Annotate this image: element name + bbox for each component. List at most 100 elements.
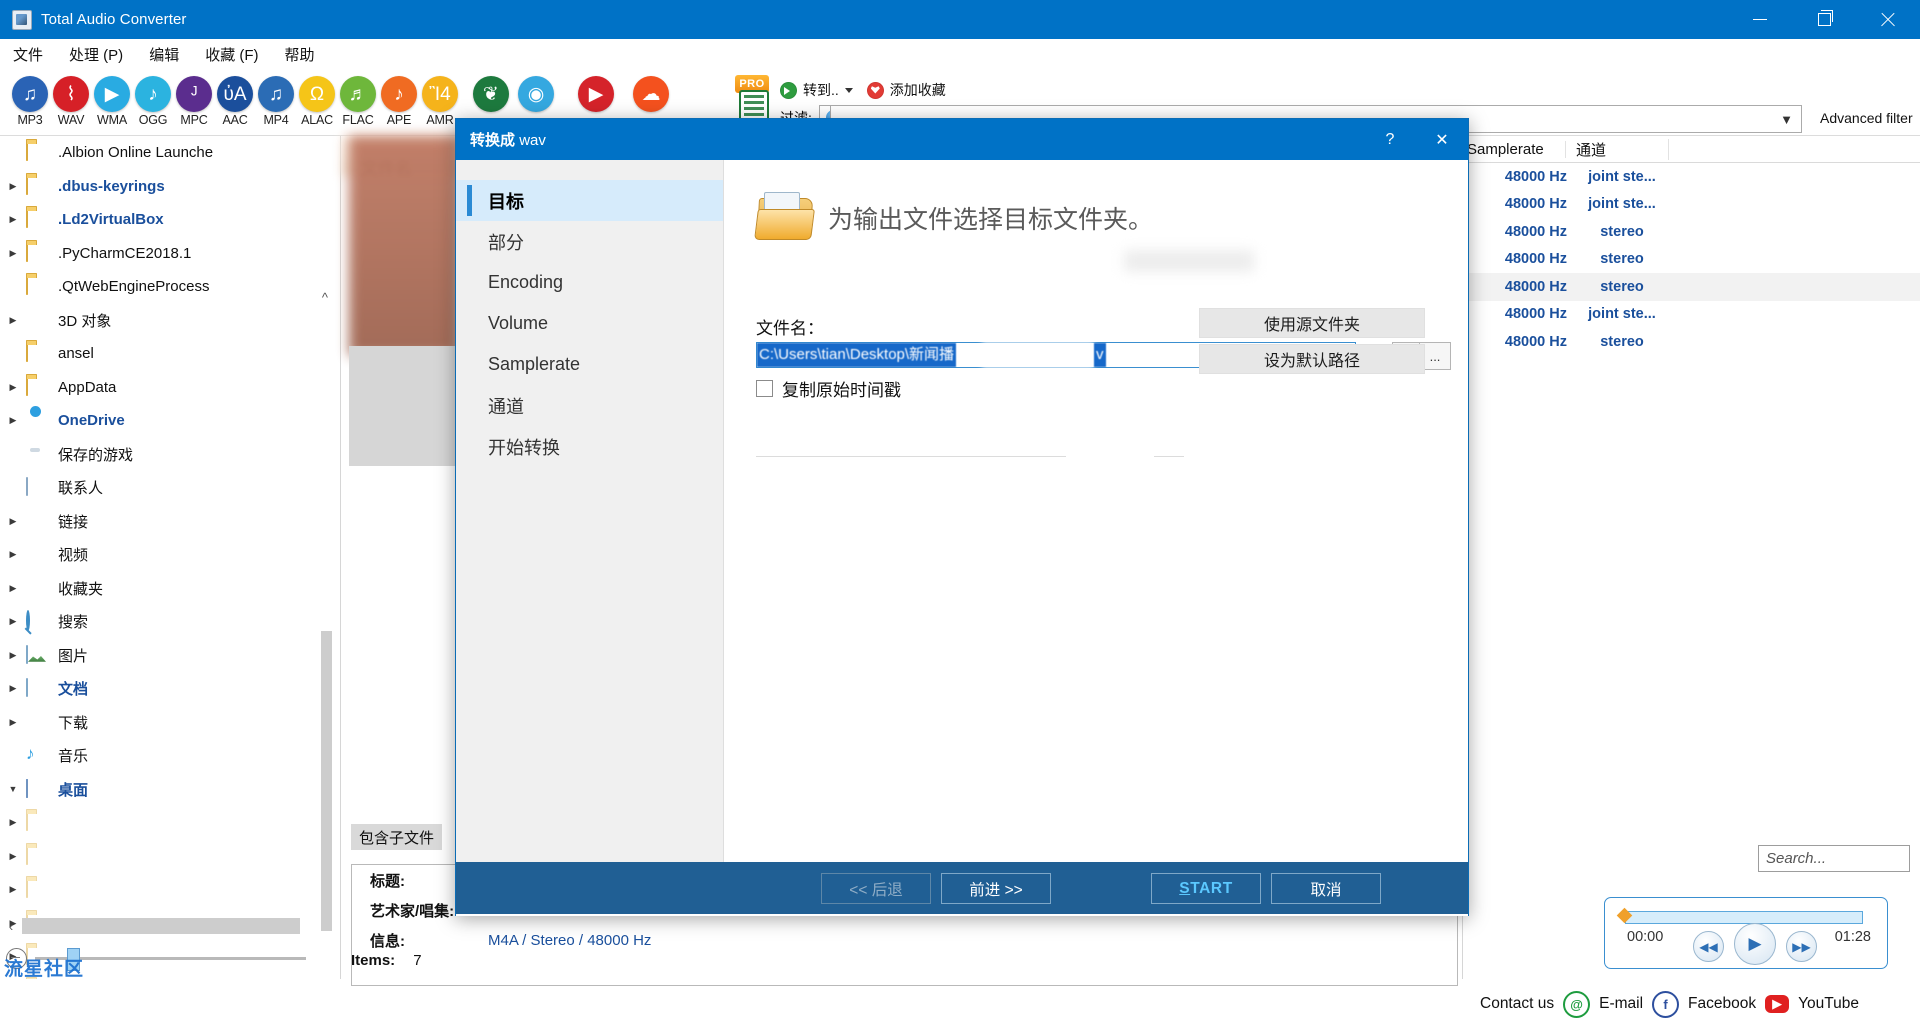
tree-item-label: 视频 [58,547,89,565]
dialog-tab-目标[interactable]: 目标 [456,180,723,221]
goto-label[interactable]: 转到.. [803,80,839,100]
tree-item-18[interactable]: ♪ 音乐 [0,739,330,773]
tree-item-extra-2[interactable]: ▶ [0,873,330,907]
next-button[interactable]: 前进 >> [941,873,1051,904]
tree-expander[interactable]: ▶ [0,683,26,694]
use-source-folder-button[interactable]: 使用源文件夹 [1199,308,1425,338]
tree-expander[interactable]: ▶ [0,817,26,828]
include-subfolders-label[interactable]: 包含子文件 [351,824,443,850]
column-header-samplerate[interactable]: Samplerate [1463,140,1566,158]
toolbar-button-soundcloud[interactable]: ☁ [625,76,677,112]
tree-hscrollbar[interactable]: ‹ [0,915,300,937]
facebook-link[interactable]: Facebook [1688,995,1756,1013]
tree-hscroll-thumb[interactable] [22,918,300,934]
tree-expander[interactable]: ▶ [0,851,26,862]
tree-item-7[interactable]: ▶ AppData [0,371,330,405]
tree-expander[interactable]: ▶ [0,583,26,594]
tree-expander[interactable]: ▶ [0,382,26,393]
rewind-icon[interactable]: ◀◀ [1693,931,1724,962]
dialog-tab-部分[interactable]: 部分 [456,221,723,262]
tree-item-15[interactable]: ▶ 图片 [0,639,330,673]
column-header-channel[interactable]: 通道 [1566,138,1669,160]
back-button[interactable]: << 后退 [821,873,931,904]
tree-expander[interactable]: ▶ [0,650,26,661]
tree-item-19[interactable]: ▼ 桌面 [0,773,330,807]
tree-expander[interactable]: ▶ [0,549,26,560]
tree-expander[interactable]: ▶ [0,516,26,527]
tree-expander[interactable]: ▶ [0,415,26,426]
tree-item-0[interactable]: .Albion Online Launche [0,136,330,170]
tree-item-16[interactable]: ▶ 文档 [0,672,330,706]
advanced-filter-label[interactable]: Advanced filter [1820,110,1913,126]
search-input[interactable]: Search... [1758,845,1910,872]
add-favorite-label[interactable]: 添加收藏 [890,80,946,100]
tree-item-extra-1[interactable]: ▶ [0,840,330,874]
table-row[interactable]: 48000 Hz stereo [1463,246,1920,274]
cancel-button[interactable]: 取消 [1271,873,1381,904]
tree-scroll-thumb[interactable] [321,631,332,931]
dialog-help-button[interactable]: ? [1364,119,1416,160]
table-row[interactable]: 48000 Hz stereo [1463,218,1920,246]
dialog-tab-samplerate[interactable]: Samplerate [456,344,723,385]
tree-expander[interactable]: ▶ [0,884,26,895]
email-icon[interactable]: @ [1563,990,1591,1018]
tree-item-12[interactable]: ▶ 视频 [0,538,330,572]
tree-item-4[interactable]: .QtWebEngineProcess [0,270,330,304]
tree-item-11[interactable]: ▶ 链接 [0,505,330,539]
tree-item-2[interactable]: ▶ .Ld2VirtualBox [0,203,330,237]
play-icon[interactable]: ▶ [1734,923,1776,965]
table-row[interactable]: 48000 Hz joint ste... [1463,163,1920,191]
tree-item-5[interactable]: ▶ 3D 对象 [0,304,330,338]
close-button[interactable] [1856,0,1920,39]
menu-item-process[interactable]: 处理 (P) [56,39,136,72]
tree-item-10[interactable]: 联系人 [0,471,330,505]
set-default-path-button[interactable]: 设为默认路径 [1199,344,1425,374]
dialog-tab-通道[interactable]: 通道 [456,385,723,426]
table-row[interactable]: 48000 Hz stereo [1463,273,1920,301]
dialog-tab-开始转换[interactable]: 开始转换 [456,426,723,467]
tree-item-9[interactable]: 保存的游戏 [0,438,330,472]
youtube-icon[interactable]: ▶ [1765,995,1790,1013]
maximize-button[interactable] [1792,0,1856,39]
dialog-close-button[interactable]: ✕ [1416,119,1468,160]
table-row[interactable]: 48000 Hz stereo [1463,328,1920,356]
tree-expander[interactable]: ▶ [0,616,26,627]
tree-item-13[interactable]: ▶ 收藏夹 [0,572,330,606]
window-controls [1728,0,1920,39]
menu-item-favorites[interactable]: 收藏 (F) [192,39,271,72]
tree-item-3[interactable]: ▶ .PyCharmCE2018.1 [0,237,330,271]
dialog-tab-volume[interactable]: Volume [456,303,723,344]
menu-item-file[interactable]: 文件 [0,39,56,72]
copy-timestamp-row[interactable]: 复制原始时间戳 [756,376,901,401]
tree-scrollbar[interactable] [321,191,332,931]
scroll-left-icon[interactable]: ‹ [0,919,22,934]
start-button[interactable]: S TART [1151,873,1261,904]
tree-item-1[interactable]: ▶ .dbus-keyrings [0,170,330,204]
tree-expander[interactable]: ▶ [0,181,26,192]
table-row[interactable]: 48000 Hz joint ste... [1463,301,1920,329]
youtube-link[interactable]: YouTube [1798,995,1859,1013]
toolbar-button-cd[interactable]: ◉ [510,76,562,112]
tree-item-extra-0[interactable]: ▶ [0,806,330,840]
tree-item-8[interactable]: ▶ OneDrive [0,404,330,438]
toolbar-button-youtube[interactable]: ▶ [570,76,622,112]
minimize-button[interactable] [1728,0,1792,39]
tree-expander[interactable]: ▶ [0,315,26,326]
tree-item-17[interactable]: ▶ 下载 [0,706,330,740]
fast-forward-icon[interactable]: ▶▶ [1786,931,1817,962]
tree-expander[interactable]: ▶ [0,214,26,225]
facebook-icon[interactable]: f [1652,990,1680,1018]
tree-expander[interactable]: ▶ [0,248,26,259]
copy-timestamp-checkbox[interactable] [756,380,773,397]
menu-item-edit[interactable]: 编辑 [136,39,192,72]
tree-item-6[interactable]: ansel [0,337,330,371]
email-link[interactable]: E-mail [1599,995,1643,1013]
table-row[interactable]: 48000 Hz joint ste... [1463,191,1920,219]
tree-item-14[interactable]: ▶ 搜索 [0,605,330,639]
dialog-tab-encoding[interactable]: Encoding [456,262,723,303]
chevron-down-icon[interactable] [844,87,853,93]
menu-item-help[interactable]: 帮助 [272,39,328,72]
tree-expander[interactable]: ▼ [0,784,26,794]
player-progress-track[interactable] [1625,911,1863,924]
tree-expander[interactable]: ▶ [0,717,26,728]
